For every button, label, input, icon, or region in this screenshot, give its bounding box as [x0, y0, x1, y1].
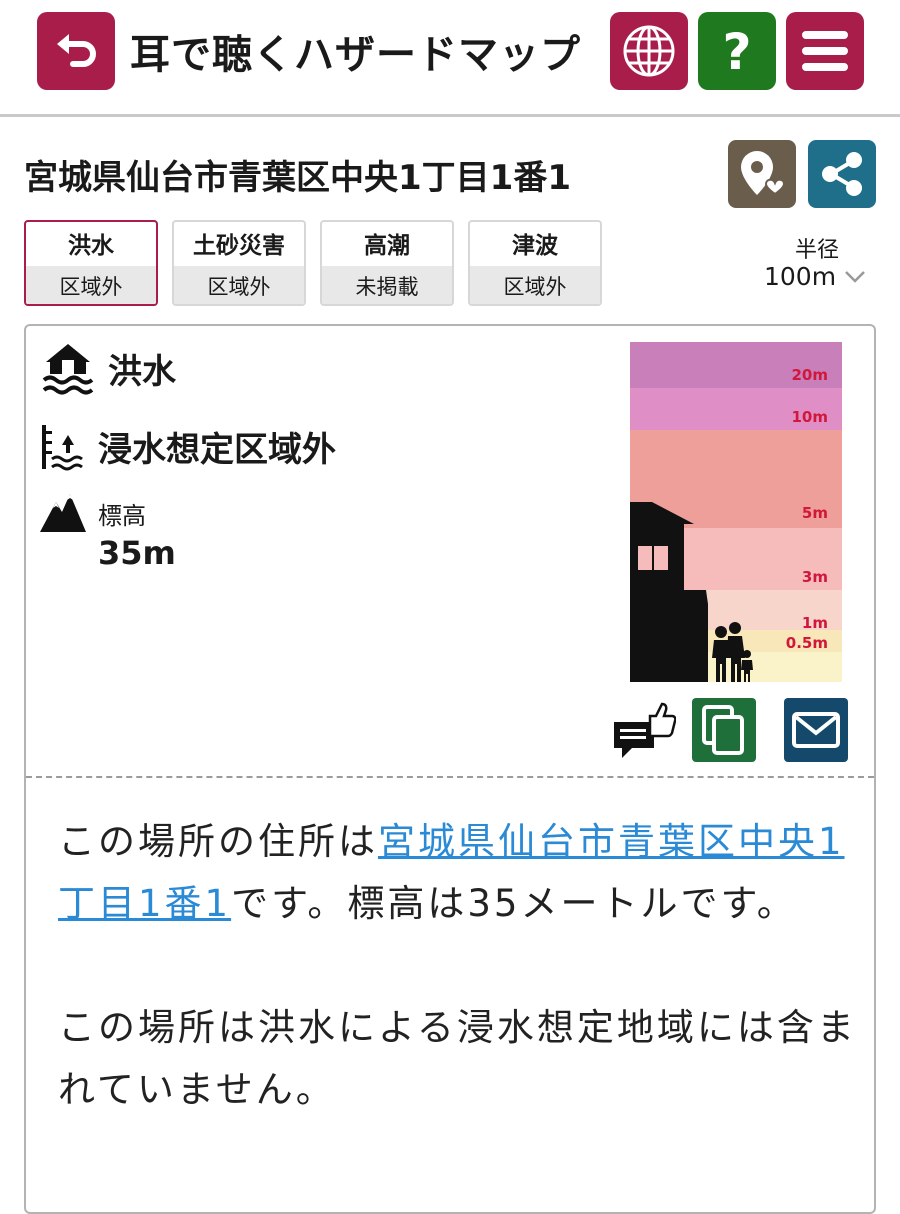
elevation-value: 35m — [98, 534, 176, 572]
address-intro-text: この場所の住所は — [58, 820, 378, 863]
depth-level-label: 10m — [791, 408, 828, 426]
address-paragraph: この場所の住所は宮城県仙台市青葉区中央1丁目1番1です。標高は35メートルです。 — [58, 811, 858, 935]
chevron-down-icon — [845, 270, 865, 283]
tab-status: 区域外 — [26, 266, 156, 304]
hazard-title-row: 洪水 — [42, 340, 176, 396]
tab-flood[interactable]: 洪水 区域外 — [24, 220, 158, 306]
app-header: 耳で聴くハザードマップ ? — [0, 0, 900, 117]
flood-status-paragraph: この場所は洪水による浸水想定地域には含まれていません。 — [58, 1006, 857, 1111]
description-text: この場所の住所は宮城県仙台市青葉区中央1丁目1番1です。標高は35メートルです。… — [58, 811, 858, 1183]
tab-tsunami[interactable]: 津波 区域外 — [468, 220, 602, 306]
tab-landslide[interactable]: 土砂災害 区域外 — [172, 220, 306, 306]
tab-status: 区域外 — [470, 266, 600, 304]
tab-status: 区域外 — [174, 266, 304, 304]
hamburger-menu-icon — [802, 31, 848, 71]
depth-level-label: 1m — [802, 614, 828, 632]
depth-level-label: 5m — [802, 504, 828, 522]
inundation-depth-scale: 20m 10m 5m 3m 1m 0.5m — [630, 342, 842, 682]
favorite-location-button[interactable] — [728, 140, 796, 208]
hazard-detail-card: 洪水 浸水想定区域外 標高 35m 20m 10m 5m 3m 1m 0.5m … — [24, 324, 876, 1214]
hazard-title: 洪水 — [108, 351, 176, 392]
location-heart-pin-icon — [741, 151, 786, 196]
water-level-gauge-icon — [42, 424, 83, 470]
mountain-icon — [40, 494, 86, 532]
mail-envelope-icon — [792, 712, 840, 748]
feedback-thumbs-up-icon — [614, 702, 676, 758]
mail-button[interactable] — [784, 698, 848, 762]
tab-label: 洪水 — [68, 233, 114, 259]
radius-label: 半径 — [795, 238, 840, 263]
depth-level-label: 0.5m — [786, 634, 828, 652]
share-icon — [822, 152, 862, 196]
tab-status: 未掲載 — [322, 266, 452, 304]
menu-button[interactable] — [786, 12, 864, 90]
radius-value: 100m — [764, 262, 837, 291]
elevation-sentence: です。標高は35メートルです。 — [231, 882, 797, 925]
radius-select[interactable]: 100m — [764, 262, 866, 291]
question-mark-icon: ? — [722, 23, 751, 81]
location-address: 宮城県仙台市青葉区中央1丁目1番1 — [24, 158, 571, 198]
share-button[interactable] — [808, 140, 876, 208]
flooded-house-icon — [42, 344, 94, 395]
tab-storm-surge[interactable]: 高潮 未掲載 — [320, 220, 454, 306]
tab-label: 津波 — [512, 233, 558, 259]
svg-text:?: ? — [722, 23, 751, 81]
globe-icon — [623, 25, 675, 77]
back-arrow-icon — [57, 34, 96, 67]
depth-level-label: 20m — [791, 366, 828, 384]
language-button[interactable] — [610, 12, 688, 90]
copy-icon — [702, 705, 744, 755]
inundation-status-row: 浸水想定区域外 — [40, 422, 336, 471]
inundation-status: 浸水想定区域外 — [98, 430, 336, 470]
help-button[interactable]: ? — [698, 12, 776, 90]
elevation-label: 標高 — [98, 502, 146, 530]
section-divider — [26, 776, 874, 778]
tab-label: 土砂災害 — [193, 233, 285, 259]
copy-button[interactable] — [692, 698, 756, 762]
tab-label: 高潮 — [364, 233, 410, 259]
app-title: 耳で聴くハザードマップ — [130, 32, 581, 78]
feedback-button[interactable] — [610, 698, 676, 764]
back-button[interactable] — [37, 12, 115, 90]
depth-level-label: 3m — [802, 568, 828, 586]
